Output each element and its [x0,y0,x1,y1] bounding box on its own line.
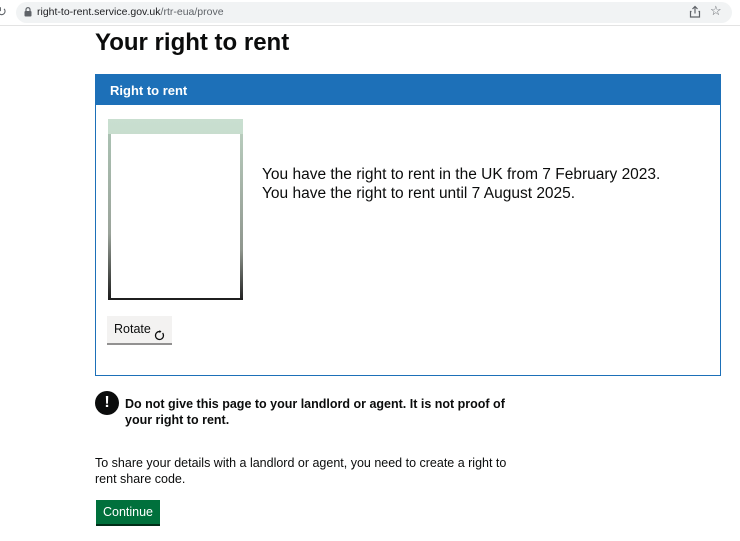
lock-icon[interactable] [24,7,32,17]
share-code-text: To share your details with a landlord or… [95,456,507,486]
right-to-rent-details: You have the right to rent in the UK fro… [262,165,702,203]
rotate-button-label: Rotate [114,322,151,336]
exclamation-icon: ! [95,391,119,415]
right-to-rent-panel: Right to rent You have the right to rent… [95,74,721,376]
photo-edge [108,298,243,300]
reload-icon[interactable]: ↻ [0,5,8,19]
url-path: /rtr-eua/prove [160,6,224,18]
photo-edge [240,134,243,300]
star-icon[interactable]: ☆ [710,4,724,18]
photo-area [111,134,240,299]
continue-button[interactable]: Continue [96,500,160,524]
warning-text: Do not give this page to your landlord o… [125,397,505,427]
url-text[interactable]: right-to-rent.service.gov.uk/rtr-eua/pro… [37,6,224,19]
rent-until-line: You have the right to rent until 7 Augus… [262,185,576,202]
browser-address-bar: ↻ right-to-rent.service.gov.uk/rtr-eua/p… [0,0,740,26]
photo-edge [108,134,111,300]
rotate-icon [154,324,165,341]
page-title: Your right to rent [95,29,290,56]
url-bar[interactable]: right-to-rent.service.gov.uk/rtr-eua/pro… [16,2,732,23]
panel-title: Right to rent [110,83,188,98]
panel-header: Right to rent [96,75,720,105]
share-icon[interactable] [688,5,702,19]
rent-from-line: You have the right to rent in the UK fro… [262,166,661,183]
url-host: right-to-rent.service.gov.uk [37,6,161,18]
photo-image [108,119,243,300]
rotate-button[interactable]: Rotate [107,316,172,343]
